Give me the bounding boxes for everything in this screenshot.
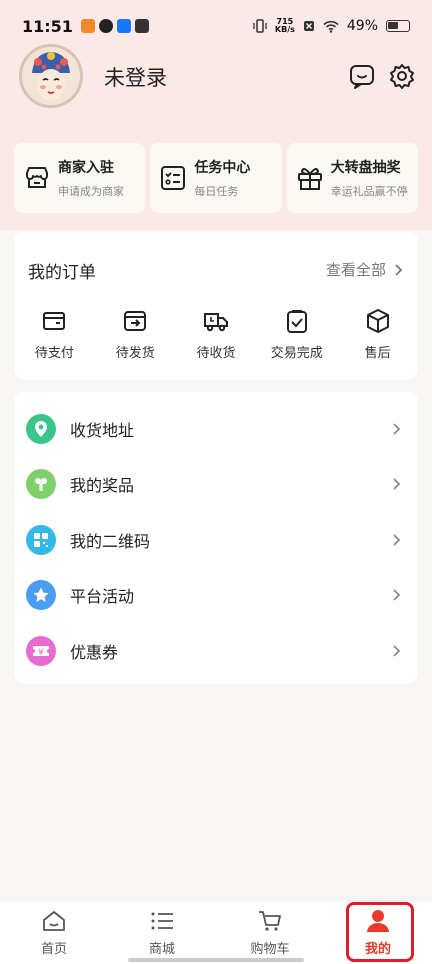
cart-icon xyxy=(259,911,281,931)
chevron-right-icon xyxy=(393,589,401,601)
order-after-sales[interactable]: 售后 xyxy=(337,308,418,361)
order-completed[interactable]: 交易完成 xyxy=(256,308,337,361)
task-center-card[interactable]: 任务中心 每日任务 xyxy=(150,143,282,213)
home-icon xyxy=(43,911,65,931)
order-item-label: 售后 xyxy=(364,346,391,361)
alipay-icon xyxy=(116,19,131,33)
quick-card-title: 大转盘抽奖 xyxy=(330,160,401,176)
box-icon xyxy=(366,309,389,333)
vibrate-icon xyxy=(253,19,267,33)
menu-item-label: 我的奖品 xyxy=(70,476,135,496)
chevron-right-icon xyxy=(393,478,401,490)
menu-item-label: 收货地址 xyxy=(70,420,135,440)
menu-item-address[interactable]: 收货地址 xyxy=(14,401,418,457)
store-icon xyxy=(26,167,48,188)
menu-item-label: 我的二维码 xyxy=(70,531,151,551)
view-all-label: 查看全部 xyxy=(325,261,386,279)
tab-label: 商城 xyxy=(148,942,175,957)
order-item-label: 交易完成 xyxy=(270,346,323,361)
gift-icon xyxy=(297,168,322,190)
order-pending-payment[interactable]: 待支付 xyxy=(14,308,95,361)
menu-panel: 收货地址 我的奖品 我的二维码 平台活动 ¥ 优惠券 xyxy=(14,392,418,684)
status-time: 11:51 xyxy=(22,16,73,36)
order-item-label: 待支付 xyxy=(34,346,74,361)
order-status-list: 待支付 待发货 待收货 交易完成 售后 xyxy=(14,308,418,361)
app-notification-icon xyxy=(98,19,113,33)
gear-icon xyxy=(390,64,414,89)
tab-label: 首页 xyxy=(40,942,67,957)
quick-card-title: 任务中心 xyxy=(194,160,251,176)
order-item-label: 待发货 xyxy=(115,346,155,361)
menu-item-activities[interactable]: 平台活动 xyxy=(14,568,418,624)
prize-icon xyxy=(26,469,56,500)
order-pending-receipt[interactable]: 待收货 xyxy=(176,308,257,361)
menu-item-coupons[interactable]: ¥ 优惠券 xyxy=(14,623,418,679)
status-bar: 11:51 715 KB/s 49% xyxy=(0,0,432,52)
quick-card-subtitle: 申请成为商家 xyxy=(58,185,124,198)
task-list-icon xyxy=(161,166,186,190)
tab-home[interactable]: 首页 xyxy=(0,901,108,964)
chevron-right-icon xyxy=(393,423,401,435)
tab-label: 购物车 xyxy=(250,942,290,957)
orders-panel: 我的订单 查看全部 待支付 待发货 待收货 交易完成 售后 xyxy=(14,232,418,380)
battery-icon xyxy=(386,20,410,32)
clipboard-check-icon xyxy=(286,310,307,333)
tab-cart[interactable]: 购物车 xyxy=(216,901,324,964)
wallet-icon xyxy=(43,312,66,330)
order-pending-shipment[interactable]: 待发货 xyxy=(95,308,176,361)
quick-actions: 商家入驻 申请成为商家 任务中心 每日任务 大转盘抽奖 幸运礼品赢不停 xyxy=(14,143,418,213)
message-icon xyxy=(350,65,374,89)
sim-off-icon xyxy=(303,21,314,31)
network-speed: 715 KB/s xyxy=(275,18,295,34)
home-indicator xyxy=(128,958,304,962)
active-tab-highlight xyxy=(346,902,414,962)
chevron-right-icon xyxy=(395,263,403,276)
svg-text:¥: ¥ xyxy=(38,648,44,658)
tab-mall[interactable]: 商城 xyxy=(108,901,216,964)
chevron-right-icon xyxy=(393,534,401,546)
wifi-icon xyxy=(323,20,339,33)
network-speed-unit: KB/s xyxy=(274,25,295,34)
order-item-label: 待收货 xyxy=(196,346,236,361)
star-icon xyxy=(26,580,56,611)
view-all-orders-link[interactable]: 查看全部 xyxy=(326,259,404,280)
menu-item-label: 优惠券 xyxy=(70,642,119,662)
app-notification-icon xyxy=(80,19,95,33)
message-button[interactable] xyxy=(348,62,376,90)
avatar[interactable] xyxy=(19,44,83,108)
settings-button[interactable] xyxy=(388,62,416,90)
menu-item-label: 平台活动 xyxy=(70,587,135,607)
list-icon xyxy=(151,912,173,930)
chevron-right-icon xyxy=(393,645,401,657)
login-status[interactable]: 未登录 xyxy=(104,62,167,92)
menu-item-qrcode[interactable]: 我的二维码 xyxy=(14,512,418,568)
orders-title: 我的订单 xyxy=(28,263,96,283)
location-pin-icon xyxy=(26,413,56,444)
battery-percent: 49% xyxy=(346,18,378,34)
status-right: 715 KB/s 49% xyxy=(253,18,410,34)
quick-card-title: 商家入驻 xyxy=(58,160,114,176)
qrcode-icon xyxy=(26,524,56,555)
merchant-join-card[interactable]: 商家入驻 申请成为商家 xyxy=(14,143,146,213)
quick-card-subtitle: 幸运礼品赢不停 xyxy=(330,185,408,198)
coupon-icon: ¥ xyxy=(26,635,56,666)
opera-mask-avatar-icon xyxy=(22,47,80,105)
ship-out-icon xyxy=(124,311,147,331)
app-notification-icon xyxy=(134,19,149,33)
lucky-wheel-card[interactable]: 大转盘抽奖 幸运礼品赢不停 xyxy=(286,143,418,213)
menu-item-prizes[interactable]: 我的奖品 xyxy=(14,457,418,513)
delivery-truck-icon xyxy=(203,313,228,332)
quick-card-subtitle: 每日任务 xyxy=(194,185,239,198)
notification-icons xyxy=(80,19,149,33)
